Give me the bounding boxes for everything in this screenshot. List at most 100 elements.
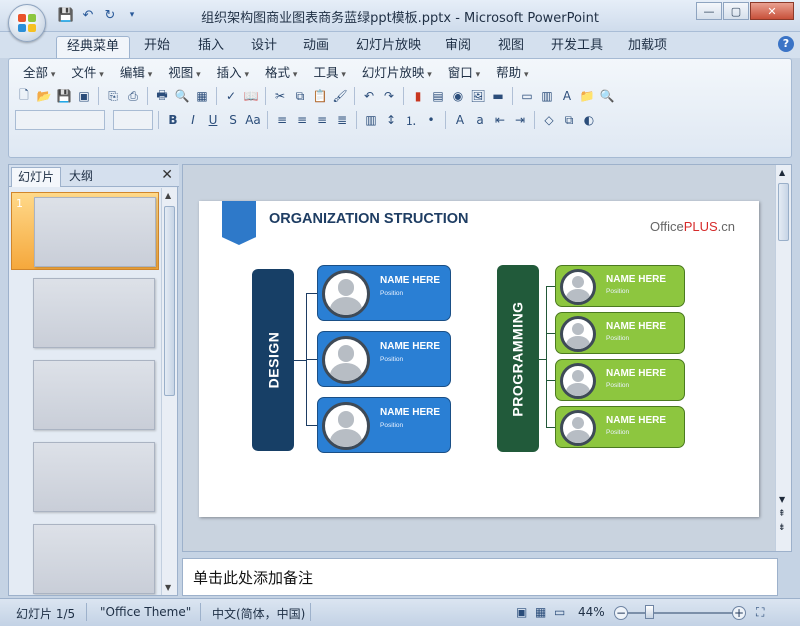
font-name-combo[interactable] [15,110,105,130]
scroll-down-icon[interactable]: ▼ [165,583,171,592]
menu-window[interactable]: 窗口 [440,63,488,83]
menu-view[interactable]: 视图 [160,63,208,83]
member-card[interactable]: NAME HERE Position [317,331,451,387]
redo-icon[interactable]: ↷ [380,87,398,105]
member-card[interactable]: NAME HERE Position [555,265,685,307]
tab-classic-menu[interactable]: 经典菜单 [56,36,131,58]
line-spacing-icon[interactable]: ↕ [382,111,400,129]
slide-thumbnail[interactable] [11,274,159,352]
align-left-icon[interactable]: ≡ [273,111,291,129]
tab-slides[interactable]: 幻灯片 [11,167,62,187]
slide-sorter-icon[interactable]: ▦ [535,605,546,619]
normal-view-icon[interactable]: ▣ [516,605,527,619]
format-painter-icon[interactable]: 🖌 [331,87,349,105]
increase-font-icon[interactable]: A [451,111,469,129]
save-icon[interactable]: 💾 [55,87,73,105]
quick-styles-icon[interactable]: ◐ [580,111,598,129]
print-preview-icon[interactable]: 🔍 [173,87,191,105]
cut-icon[interactable]: ✂ [271,87,289,105]
fit-to-window-icon[interactable]: ⛶ [756,605,764,620]
layout-icon[interactable]: ▦ [193,87,211,105]
underline-icon[interactable]: U [204,111,222,129]
scroll-thumb[interactable] [778,183,789,241]
menu-edit[interactable]: 编辑 [112,63,160,83]
numbering-icon[interactable]: ⒈ [402,111,420,129]
align-right-icon[interactable]: ≡ [313,111,331,129]
previous-slide-icon[interactable]: ⇞ [778,509,786,519]
text-box-icon[interactable]: A [558,87,576,105]
close-pane-icon[interactable]: ✕ [161,167,173,183]
slide-thumbnail[interactable] [11,438,159,516]
research-icon[interactable]: 📖 [242,87,260,105]
tab-slideshow[interactable]: 幻灯片放映 [346,36,431,58]
minimize-button[interactable]: — [696,2,722,20]
help-icon[interactable]: ? [778,36,794,52]
open-icon[interactable]: 📂 [35,87,53,105]
tab-developer[interactable]: 开发工具 [541,36,613,58]
bullets-icon[interactable]: • [422,111,440,129]
scroll-down-icon[interactable]: ▼ [779,495,785,504]
find-icon[interactable]: 🔍 [598,87,616,105]
permission-icon[interactable]: ▣ [75,87,93,105]
tab-view[interactable]: 视图 [488,36,534,58]
copy-icon[interactable]: ⧉ [291,87,309,105]
decrease-font-icon[interactable]: a [471,111,489,129]
member-card[interactable]: NAME HERE Position [317,265,451,321]
menu-insert[interactable]: 插入 [209,63,257,83]
font-size-combo[interactable] [113,110,153,130]
new-slide-icon[interactable]: ▭ [518,87,536,105]
department-label-design[interactable]: DESIGN [252,269,294,451]
slide-scrollbar[interactable]: ▲ ▼ ⇞ ⇟ [775,165,791,551]
export-icon[interactable]: ⎘ [104,87,122,105]
layout-grid-icon[interactable]: ▥ [538,87,556,105]
member-card[interactable]: NAME HERE Position [555,406,685,448]
tab-home[interactable]: 开始 [134,36,180,58]
paste-icon[interactable]: 📋 [311,87,329,105]
tab-addins[interactable]: 加载项 [618,36,677,58]
scroll-up-icon[interactable]: ▲ [165,191,171,200]
scroll-thumb[interactable] [164,206,175,396]
slide-thumbnail[interactable] [11,520,159,595]
table-icon[interactable]: ▤ [429,87,447,105]
increase-indent-icon[interactable]: ⇥ [511,111,529,129]
zoom-out-icon[interactable]: − [614,606,628,620]
undo-icon[interactable]: ↶ [360,87,378,105]
member-card[interactable]: NAME HERE Position [555,312,685,354]
decrease-indent-icon[interactable]: ⇤ [491,111,509,129]
menu-all[interactable]: 全部 [15,63,63,83]
globe-icon[interactable]: ◉ [449,87,467,105]
justify-icon[interactable]: ≣ [333,111,351,129]
member-card[interactable]: NAME HERE Position [555,359,685,401]
menu-help[interactable]: 帮助 [488,63,536,83]
slide-thumbnail[interactable] [11,356,159,434]
department-label-programming[interactable]: PROGRAMMING [497,265,539,452]
slide-canvas[interactable]: ORGANIZATION STRUCTION OfficePLUS.cn DES… [199,201,759,517]
attach-icon[interactable]: ⎙ [124,87,142,105]
menu-slideshow[interactable]: 幻灯片放映 [354,63,440,83]
zoom-slider-knob[interactable] [645,605,654,619]
slide-color-icon[interactable]: ▬ [489,87,507,105]
align-center-icon[interactable]: ≡ [293,111,311,129]
spelling-icon[interactable]: ✓ [222,87,240,105]
tab-insert[interactable]: 插入 [188,36,234,58]
columns-icon[interactable]: ▥ [362,111,380,129]
shadow-icon[interactable]: S [224,111,242,129]
chart-icon[interactable]: ▮ [409,87,427,105]
slide-title[interactable]: ORGANIZATION STRUCTION [269,211,469,227]
arrange-icon[interactable]: ⧉ [560,111,578,129]
tab-review[interactable]: 审阅 [435,36,481,58]
shapes-icon[interactable]: ◇ [540,111,558,129]
italic-icon[interactable]: I [184,111,202,129]
picture-icon[interactable]: 🖼 [469,87,487,105]
new-icon[interactable]: 🗋 [15,87,33,105]
menu-file[interactable]: 文件 [63,63,111,83]
menu-tools[interactable]: 工具 [305,63,353,83]
slides-pane-scrollbar[interactable]: ▲ ▼ [161,188,177,595]
notes-pane[interactable]: 单击此处添加备注 [182,558,778,596]
next-slide-icon[interactable]: ⇟ [778,523,786,533]
tab-design[interactable]: 设计 [241,36,287,58]
change-case-icon[interactable]: Aa [244,111,262,129]
slide-thumbnail-selected[interactable]: 1 [11,192,159,270]
zoom-in-icon[interactable]: + [732,606,746,620]
slideshow-view-icon[interactable]: ▭ [554,605,565,619]
